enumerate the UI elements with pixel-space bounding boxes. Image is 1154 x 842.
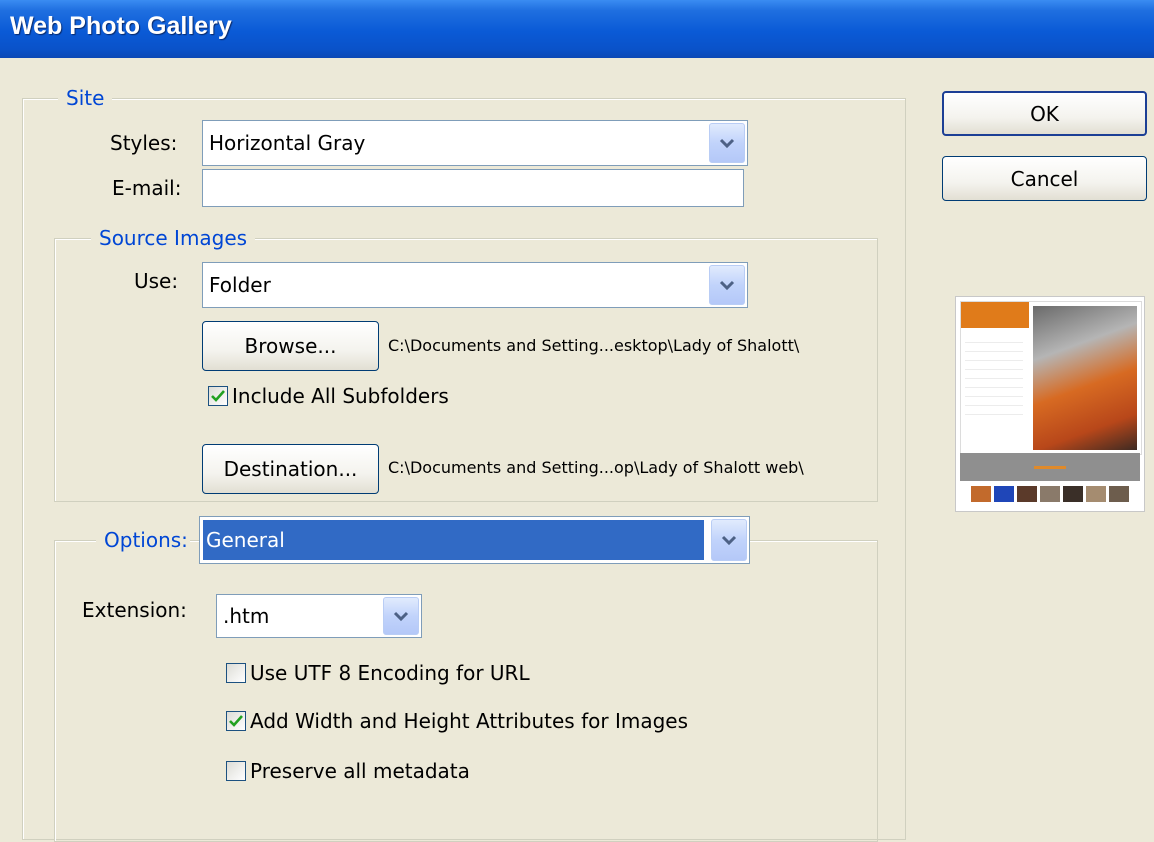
styles-select[interactable]: Horizontal Gray [202, 120, 748, 166]
options-select-value: General [206, 528, 285, 552]
utf8-checkbox[interactable] [226, 663, 246, 683]
checkmark-icon [229, 715, 243, 727]
metadata-row[interactable]: Preserve all metadata [226, 759, 470, 783]
destination-button[interactable]: Destination... [202, 444, 379, 494]
extension-select-value: .htm [223, 604, 270, 628]
options-select[interactable]: General [199, 516, 750, 564]
preview-thumbnail-strip [960, 483, 1140, 505]
styles-dropdown-button[interactable] [709, 123, 745, 163]
chevron-down-icon [719, 280, 735, 291]
options-group [54, 540, 878, 842]
styles-select-value: Horizontal Gray [209, 131, 366, 155]
width-height-label: Add Width and Height Attributes for Imag… [250, 709, 688, 733]
use-dropdown-button[interactable] [709, 265, 745, 305]
chevron-down-icon [719, 138, 735, 149]
preview-header-block [961, 302, 1029, 328]
extension-dropdown-button[interactable] [383, 597, 419, 635]
preview-main-photo [1033, 306, 1137, 450]
extension-select[interactable]: .htm [216, 594, 422, 638]
window-title: Web Photo Gallery [10, 12, 232, 40]
include-subfolders-row[interactable]: Include All Subfolders [208, 384, 449, 408]
metadata-checkbox[interactable] [226, 761, 246, 781]
use-select-value: Folder [209, 273, 271, 297]
chevron-down-icon [393, 611, 409, 622]
ok-button[interactable]: OK [942, 91, 1147, 136]
utf8-row[interactable]: Use UTF 8 Encoding for URL [226, 661, 530, 685]
browse-path: C:\Documents and Setting...esktop\Lady o… [388, 336, 800, 355]
use-select[interactable]: Folder [202, 262, 748, 308]
preview-gray-band [960, 453, 1140, 481]
preview-thumb [971, 486, 991, 502]
preview-caption-bar [1034, 466, 1066, 469]
use-label: Use: [134, 269, 179, 293]
extension-label: Extension: [82, 598, 187, 622]
checkmark-icon [211, 390, 225, 402]
preview-thumb [1040, 486, 1060, 502]
preview-thumb [1109, 486, 1129, 502]
title-bar: Web Photo Gallery [0, 0, 1154, 58]
preview-thumb [1017, 486, 1037, 502]
site-legend: Site [58, 86, 113, 110]
preview-thumb [994, 486, 1014, 502]
destination-path: C:\Documents and Setting...op\Lady of Sh… [388, 458, 804, 477]
utf8-label: Use UTF 8 Encoding for URL [250, 661, 530, 685]
width-height-row[interactable]: Add Width and Height Attributes for Imag… [226, 709, 688, 733]
metadata-label: Preserve all metadata [250, 759, 470, 783]
preview-page [960, 301, 1142, 455]
browse-button[interactable]: Browse... [202, 321, 379, 371]
width-height-checkbox[interactable] [226, 711, 246, 731]
email-label: E-mail: [112, 176, 182, 200]
preview-thumb [1086, 486, 1106, 502]
include-subfolders-label: Include All Subfolders [232, 384, 449, 408]
styles-label: Styles: [110, 131, 178, 155]
options-dropdown-button[interactable] [711, 519, 747, 561]
source-images-legend: Source Images [91, 226, 256, 250]
preview-thumb [1063, 486, 1083, 502]
options-legend: Options: [96, 528, 190, 552]
email-field[interactable] [202, 169, 744, 207]
chevron-down-icon [721, 535, 737, 546]
preview-text-lines [965, 342, 1023, 422]
include-subfolders-checkbox[interactable] [208, 386, 228, 406]
style-preview [955, 296, 1145, 512]
cancel-button[interactable]: Cancel [942, 156, 1147, 201]
